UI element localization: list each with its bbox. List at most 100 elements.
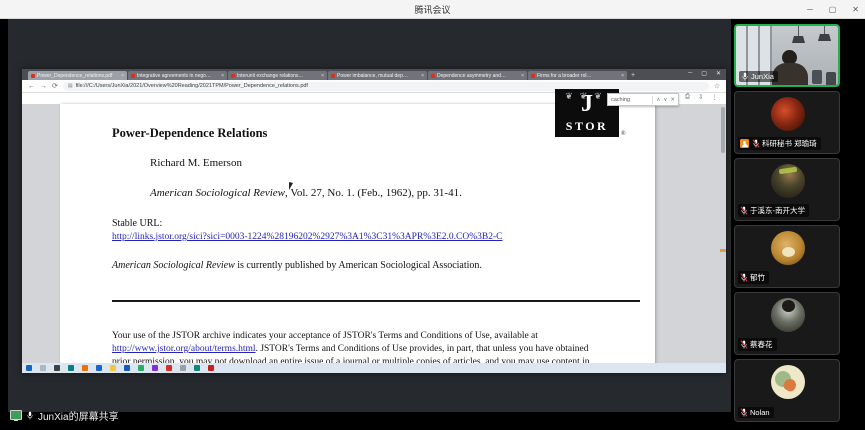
more-icon[interactable]: ⋮ [712, 93, 719, 101]
window-title: 腾讯会议 [414, 3, 450, 16]
tab-close-icon[interactable]: × [121, 73, 124, 79]
taskbar-icon-chrome[interactable] [96, 365, 102, 371]
chair [812, 70, 822, 84]
pendant-lamp [792, 36, 805, 43]
participant-name-chip: 蔡春花 [738, 338, 777, 351]
mic-icon [26, 411, 34, 420]
reload-icon[interactable]: ⟳ [52, 83, 58, 90]
find-next-icon[interactable]: ∨ [663, 97, 667, 103]
participant-name-chip: Nolan [738, 407, 774, 418]
scrollbar-find-marker [720, 249, 726, 252]
registered-mark: ® [621, 131, 626, 137]
print-icon[interactable]: ⎙ [685, 93, 690, 101]
tab-close-icon[interactable]: × [221, 73, 224, 79]
browser-tab[interactable]: Integrative agreements in nego… × [128, 71, 227, 80]
pdf-favicon [531, 74, 535, 78]
close-button[interactable]: ✕ [852, 5, 859, 14]
paper-author: Richard M. Emerson [150, 157, 242, 169]
url-text: file:///C:/Users/JunXia/2021/Overview%20… [76, 83, 308, 89]
pendant-lamp [818, 34, 831, 41]
scrollbar-thumb[interactable] [721, 107, 725, 153]
participant-name-chip: 郁竹 [738, 271, 769, 284]
mic-muted-icon [752, 139, 760, 148]
screen-share-banner: JunXia的屏幕共享 [10, 406, 119, 424]
mouse-cursor [289, 182, 293, 190]
taskbar-icon-word[interactable] [124, 365, 130, 371]
taskbar-icon-pdf-reader[interactable] [166, 365, 172, 371]
participant-name: 科研秘书 郑瑜琦 [762, 138, 817, 149]
window-controls: ─ ▢ ✕ [807, 0, 859, 18]
browser-tab[interactable]: Dependence asymmetry and… × [428, 71, 527, 80]
terms-link[interactable]: http://www.jstor.org/about/terms.html [112, 344, 256, 354]
participant-name: 蔡春花 [750, 339, 773, 350]
windows-taskbar [22, 363, 726, 373]
chair [826, 72, 836, 86]
shared-desktop: Power_Dependence_relations.pdf × Integra… [22, 69, 726, 373]
participant-name: 郁竹 [750, 272, 765, 283]
maximize-button[interactable]: ▢ [829, 5, 837, 14]
taskbar-icon-edge[interactable] [68, 365, 74, 371]
new-tab-button[interactable]: + [631, 72, 635, 79]
participant-tile[interactable]: 蔡春花 [734, 292, 840, 355]
pdf-favicon [231, 74, 235, 78]
tab-close-icon[interactable]: × [521, 73, 524, 79]
terms-line-1: Your use of the JSTOR archive indicates … [112, 331, 538, 341]
taskbar-icon-app-teal[interactable] [194, 365, 200, 371]
participant-name: JunXia [751, 72, 774, 81]
divider-rule [112, 300, 640, 302]
minimize-button[interactable]: ─ [807, 5, 813, 14]
participant-tile[interactable]: 科研秘书 郑瑜琦 [734, 91, 840, 154]
back-icon[interactable]: ← [28, 83, 35, 90]
participant-sidebar: JunXia 科研秘书 郑瑜琦 于溪东-南开大学 [734, 24, 840, 422]
forward-icon[interactable]: → [40, 83, 47, 90]
tab-close-icon[interactable]: × [621, 73, 624, 79]
avatar [771, 164, 805, 198]
meeting-titlebar: 腾讯会议 ─ ▢ ✕ [0, 0, 865, 19]
mic-muted-icon [740, 206, 748, 215]
participant-name-chip: JunXia [739, 71, 778, 82]
browser-minimize-button[interactable]: ─ [688, 70, 692, 77]
screen-share-stage: Power_Dependence_relations.pdf × Integra… [8, 19, 731, 412]
find-close-icon[interactable]: ✕ [670, 97, 675, 103]
browser-url-row: ← → ⟳ ▤ file:///C:/Users/JunXia/2021/Ove… [22, 80, 726, 93]
taskbar-icon-app-purple[interactable] [152, 365, 158, 371]
jstor-wordmark: STOR [566, 119, 608, 133]
tab-close-icon[interactable]: × [321, 73, 324, 79]
taskbar-icon-search[interactable] [40, 365, 46, 371]
participant-name: Nolan [750, 408, 770, 417]
browser-tab-strip: Power_Dependence_relations.pdf × Integra… [22, 69, 726, 80]
find-previous-icon[interactable]: ∧ [656, 97, 660, 103]
find-query[interactable]: caching [611, 97, 649, 103]
browser-tab[interactable]: Interunit exchange relations… × [228, 71, 327, 80]
browser-close-button[interactable]: ✕ [716, 70, 721, 77]
taskbar-icon-firefox[interactable] [82, 365, 88, 371]
bookmark-star-icon[interactable]: ☆ [714, 83, 720, 90]
browser-tab[interactable]: Power imbalance, mutual dep… × [328, 71, 427, 80]
browser-tab[interactable]: Power_Dependence_relations.pdf × [28, 71, 127, 80]
find-in-page-bar[interactable]: caching ∧ ∨ ✕ [607, 93, 679, 106]
taskbar-icon-task-view[interactable] [54, 365, 60, 371]
pdf-favicon [31, 74, 35, 78]
participant-tile[interactable]: 郁竹 [734, 225, 840, 288]
download-icon[interactable]: ⇩ [698, 93, 703, 101]
taskbar-icon-explorer[interactable] [110, 365, 116, 371]
mic-muted-icon [740, 273, 748, 282]
taskbar-icon-start[interactable] [26, 365, 32, 371]
avatar [771, 231, 805, 265]
participant-name-chip: 于溪东-南开大学 [738, 204, 809, 217]
taskbar-icon-wechat[interactable] [138, 365, 144, 371]
participant-tile[interactable]: JunXia [734, 24, 840, 87]
browser-maximize-button[interactable]: ▢ [701, 70, 707, 77]
taskbar-icon-app-gray[interactable] [180, 365, 186, 371]
browser-tab[interactable]: Firms for a broader rol… × [528, 71, 627, 80]
mic-muted-icon [740, 340, 748, 349]
tab-close-icon[interactable]: × [421, 73, 424, 79]
taskbar-icon-app-red[interactable] [208, 365, 214, 371]
share-banner-label: JunXia的屏幕共享 [38, 408, 119, 423]
participant-tile[interactable]: 于溪东-南开大学 [734, 158, 840, 221]
participant-tile[interactable]: Nolan [734, 359, 840, 422]
file-icon: ▤ [68, 83, 73, 89]
host-badge-icon [740, 139, 749, 148]
stable-url-link[interactable]: http://links.jstor.org/sici?sici=0003-12… [112, 232, 502, 242]
screen-share-icon [10, 410, 22, 420]
